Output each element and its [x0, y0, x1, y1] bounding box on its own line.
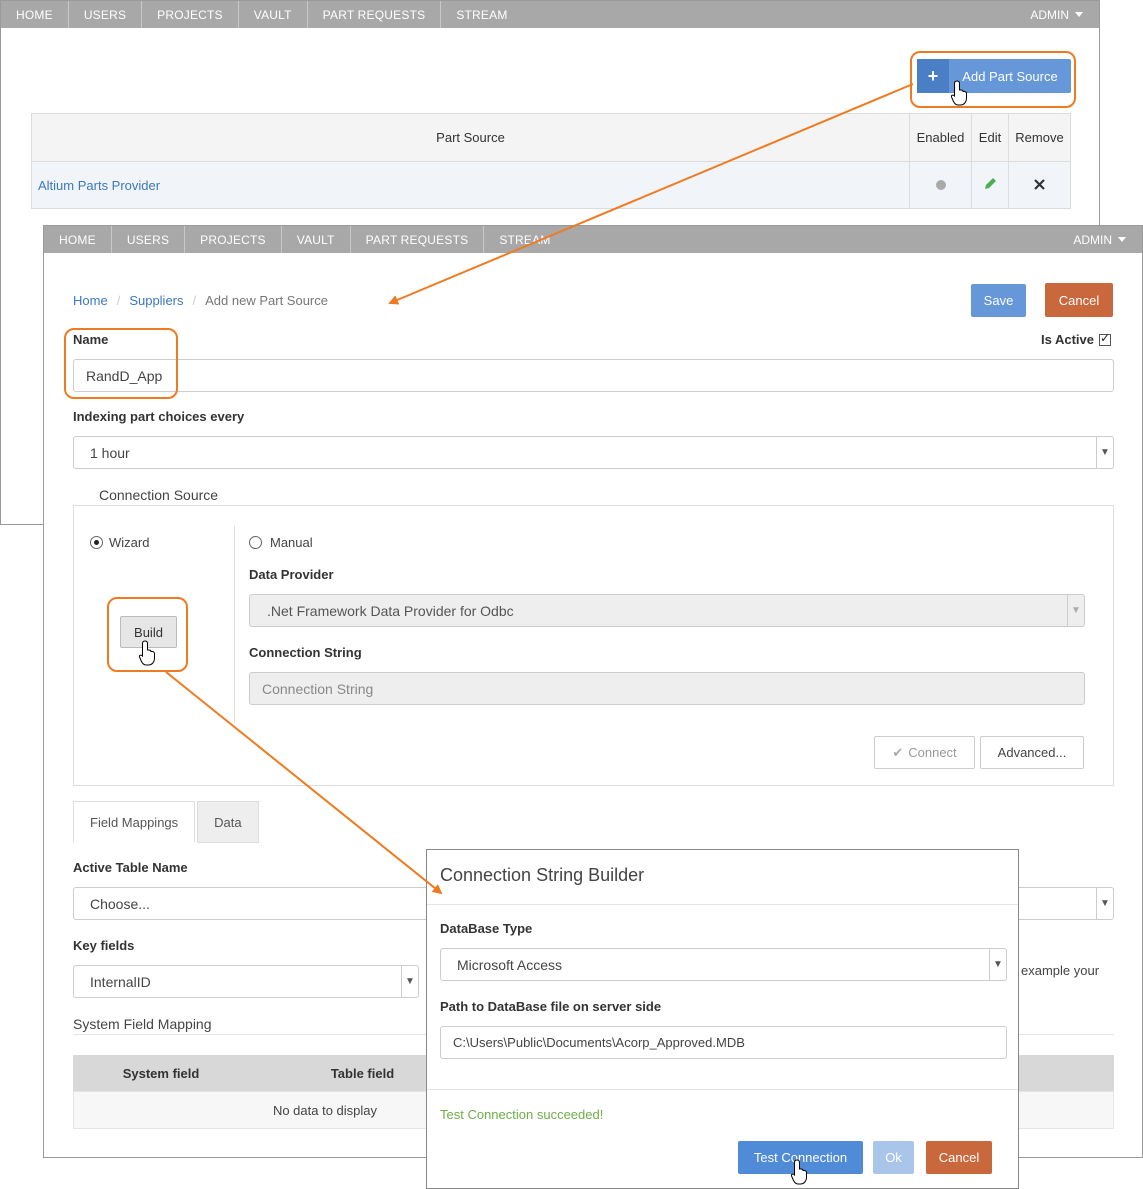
col-edit: Edit [971, 113, 1009, 162]
connection-string-label: Connection String [249, 645, 362, 660]
data-provider-value: .Net Framework Data Provider for Odbc [267, 602, 514, 619]
col-remove: Remove [1008, 113, 1071, 162]
add-part-source-label: Add Part Source [962, 68, 1058, 84]
connect-button[interactable]: ✔ Connect [874, 736, 975, 769]
nav-home[interactable]: HOME [44, 226, 112, 253]
tab-bar: Field Mappings Data [73, 801, 261, 843]
db-type-select[interactable]: Microsoft Access ▼ [440, 948, 1007, 981]
chevron-down-icon: ▼ [1067, 595, 1084, 626]
nav-projects[interactable]: PROJECTS [185, 226, 282, 253]
nav-home[interactable]: HOME [1, 1, 69, 28]
name-label: Name [73, 332, 109, 347]
save-button[interactable]: Save [971, 284, 1026, 317]
part-source-link[interactable]: Altium Parts Provider [38, 178, 160, 193]
db-type-value: Microsoft Access [457, 956, 563, 973]
build-button[interactable]: Build [120, 616, 177, 648]
nav-vault[interactable]: VAULT [282, 226, 351, 253]
cancel-button[interactable]: Cancel [926, 1141, 992, 1174]
divider [234, 526, 235, 723]
name-field[interactable]: RandD_App [73, 359, 1114, 392]
connection-string-placeholder: Connection String [262, 680, 374, 697]
top-nav: HOME USERS PROJECTS VAULT PART REQUESTS … [44, 226, 1142, 253]
path-label: Path to DataBase file on server side [440, 999, 662, 1014]
nav-users[interactable]: USERS [112, 226, 186, 253]
top-nav: HOME USERS PROJECTS VAULT PART REQUESTS … [1, 1, 1099, 28]
divider [427, 904, 1018, 905]
connection-status: Test Connection succeeded! [440, 1107, 604, 1122]
check-icon: ✔ [892, 744, 904, 760]
connection-string-builder-dialog: Connection String Builder DataBase Type … [426, 849, 1019, 1189]
advanced-button[interactable]: Advanced... [980, 736, 1084, 769]
col-part-source: Part Source [31, 113, 910, 162]
data-provider-select[interactable]: .Net Framework Data Provider for Odbc ▼ [249, 594, 1085, 627]
manual-radio[interactable] [249, 536, 262, 549]
chevron-down-icon [1118, 237, 1126, 242]
divider [427, 1089, 1018, 1090]
chevron-down-icon: ▼ [1096, 437, 1113, 468]
nav-users[interactable]: USERS [69, 1, 143, 28]
add-part-source-button[interactable]: + Add Part Source [917, 59, 1071, 93]
nav-vault[interactable]: VAULT [239, 1, 308, 28]
nav-part-requests[interactable]: PART REQUESTS [308, 1, 442, 28]
table-header-row: Part Source Enabled Edit Remove [31, 113, 1071, 162]
chevron-down-icon: ▼ [1096, 888, 1113, 919]
tab-data[interactable]: Data [197, 801, 259, 843]
indexing-value: 1 hour [90, 444, 130, 461]
chevron-down-icon: ▼ [989, 949, 1006, 980]
nav-part-requests[interactable]: PART REQUESTS [351, 226, 485, 253]
wizard-option[interactable]: Wizard [90, 535, 149, 550]
chevron-down-icon [1075, 12, 1083, 17]
close-icon[interactable] [1034, 178, 1045, 190]
key-fields-value: InternalID [90, 973, 151, 990]
name-value: RandD_App [86, 367, 163, 384]
is-active-label: Is Active [1041, 332, 1094, 347]
indexing-select[interactable]: 1 hour ▼ [73, 436, 1114, 469]
key-fields-select[interactable]: InternalID ▼ [73, 965, 419, 998]
part-source-table: Part Source Enabled Edit Remove Altium P… [31, 113, 1071, 209]
indexing-label: Indexing part choices every [73, 409, 245, 424]
is-active-group: Is Active [1041, 331, 1111, 347]
admin-menu[interactable]: ADMIN [1073, 226, 1142, 253]
key-fields-label: Key fields [73, 938, 135, 953]
nav-stream[interactable]: STREAM [441, 1, 522, 28]
col-system-field: System field [122, 1065, 200, 1081]
ok-button[interactable]: Ok [873, 1141, 914, 1174]
key-fields-hint: example your [1021, 963, 1100, 978]
nav-projects[interactable]: PROJECTS [142, 1, 239, 28]
plus-icon: + [917, 59, 949, 93]
manual-option[interactable]: Manual [249, 535, 313, 550]
table-row: Altium Parts Provider [31, 161, 1071, 209]
wizard-radio[interactable] [90, 536, 103, 549]
data-provider-label: Data Provider [249, 567, 334, 582]
breadcrumb: Home / Suppliers / Add new Part Source [73, 293, 328, 308]
manual-label: Manual [270, 535, 313, 550]
active-table-label: Active Table Name [73, 860, 188, 875]
cancel-button[interactable]: Cancel [1045, 283, 1113, 317]
dialog-title: Connection String Builder [440, 865, 645, 885]
connection-source-legend: Connection Source [91, 487, 227, 503]
wizard-label: Wizard [109, 535, 150, 550]
db-type-label: DataBase Type [440, 921, 533, 936]
system-field-mapping-heading: System Field Mapping [73, 1016, 212, 1032]
tab-field-mappings[interactable]: Field Mappings [73, 801, 196, 843]
test-connection-button[interactable]: Test Connection [738, 1141, 863, 1174]
connection-string-input[interactable]: Connection String [249, 672, 1085, 705]
nav-stream[interactable]: STREAM [484, 226, 565, 253]
active-table-value: Choose... [90, 895, 150, 912]
path-value: C:\Users\Public\Documents\Acorp_Approved… [453, 1035, 745, 1050]
connect-label: Connect [908, 745, 957, 760]
enabled-status-icon[interactable] [935, 179, 946, 190]
chevron-down-icon: ▼ [401, 966, 418, 997]
breadcrumb-current: Add new Part Source [205, 293, 328, 308]
col-enabled: Enabled [909, 113, 972, 162]
path-input[interactable]: C:\Users\Public\Documents\Acorp_Approved… [440, 1026, 1007, 1059]
breadcrumb-home[interactable]: Home [73, 293, 108, 308]
breadcrumb-suppliers[interactable]: Suppliers [129, 293, 183, 308]
pencil-icon[interactable] [984, 177, 997, 190]
is-active-checkbox[interactable] [1099, 331, 1111, 346]
admin-menu[interactable]: ADMIN [1030, 1, 1099, 28]
admin-label: ADMIN [1073, 232, 1112, 247]
admin-label: ADMIN [1030, 7, 1069, 22]
